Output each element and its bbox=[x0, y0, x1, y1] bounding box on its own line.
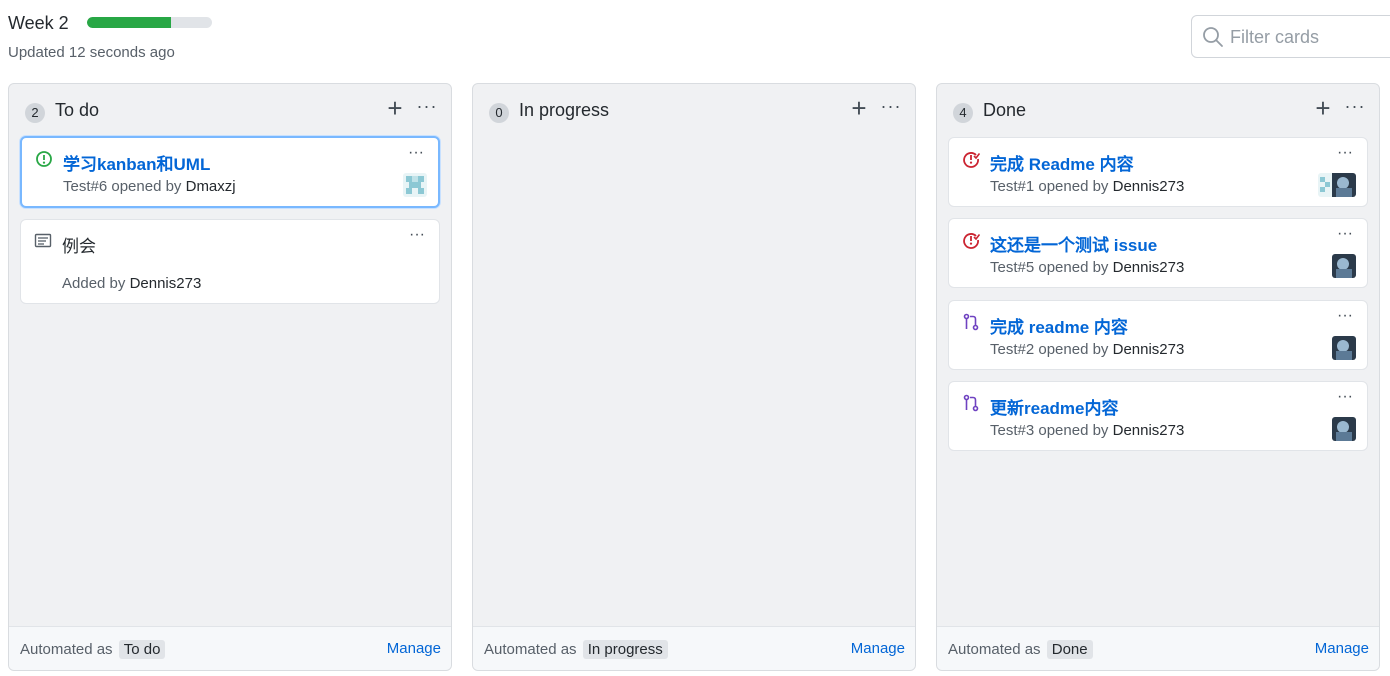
issue-closed-icon bbox=[963, 233, 980, 249]
pull-request-merged-icon bbox=[963, 313, 979, 331]
card-note[interactable]: 例会 Added by Dennis273 ··· bbox=[20, 219, 440, 304]
add-card-button[interactable]: + bbox=[1313, 95, 1333, 121]
card-title-link[interactable]: 学习kanban和UML bbox=[63, 150, 210, 175]
card-meta-text: Test#6 opened by bbox=[63, 178, 182, 195]
card-menu-button[interactable]: ··· bbox=[1333, 145, 1357, 162]
card-author[interactable]: Dennis273 bbox=[1113, 341, 1185, 358]
avatar[interactable] bbox=[1332, 417, 1356, 441]
column-header: 2 To do + ··· bbox=[9, 84, 451, 136]
card-meta: Test#2 opened by Dennis273 bbox=[990, 341, 1184, 358]
card-menu-button[interactable]: ··· bbox=[1333, 308, 1357, 325]
issue-closed-icon bbox=[963, 152, 980, 168]
automation-status: Automated as In progress bbox=[484, 640, 668, 659]
board-title: Week 2 bbox=[8, 13, 69, 33]
card-title-link[interactable]: 完成 readme 内容 bbox=[990, 313, 1128, 338]
automation-label: Automated as bbox=[948, 641, 1041, 658]
card-menu-button[interactable]: ··· bbox=[405, 227, 429, 244]
card-pull-request[interactable]: 完成 readme 内容 Test#2 opened by Dennis273 … bbox=[948, 300, 1368, 370]
card-menu-button[interactable]: ··· bbox=[1333, 226, 1357, 243]
card-meta: Test#5 opened by Dennis273 bbox=[990, 259, 1184, 276]
card-title-link[interactable]: 更新readme内容 bbox=[990, 394, 1118, 419]
card-meta-text: Test#2 opened by bbox=[990, 341, 1109, 358]
filter-cards-input[interactable] bbox=[1230, 24, 1390, 50]
card-title-link[interactable]: 这还是一个测试 issue bbox=[990, 231, 1157, 256]
card-author[interactable]: Dennis273 bbox=[130, 275, 202, 292]
column-title: To do bbox=[55, 100, 100, 120]
column-title: Done bbox=[983, 100, 1027, 120]
column-menu-button[interactable]: ··· bbox=[879, 97, 903, 118]
card-menu-button[interactable]: ··· bbox=[1333, 389, 1357, 406]
automation-badge: Done bbox=[1046, 640, 1093, 659]
column-done: 4 Done + ··· 完成 Readme 内容 Test#1 opened … bbox=[936, 83, 1380, 671]
card-meta: Test#6 opened by Dmaxzj bbox=[63, 178, 236, 195]
avatar-stack[interactable] bbox=[1318, 173, 1356, 197]
card-pull-request[interactable]: 更新readme内容 Test#3 opened by Dennis273 ··… bbox=[948, 381, 1368, 451]
automation-label: Automated as bbox=[484, 641, 577, 658]
card-meta: Test#3 opened by Dennis273 bbox=[990, 422, 1184, 439]
column-header: 0 In progress + ··· bbox=[473, 84, 915, 136]
automation-badge: To do bbox=[118, 640, 166, 659]
column-card-count: 2 bbox=[25, 103, 45, 123]
column-in-progress: 0 In progress + ··· Automated as In prog… bbox=[472, 83, 916, 671]
card-issue[interactable]: 这还是一个测试 issue Test#5 opened by Dennis273… bbox=[948, 218, 1368, 288]
card-author[interactable]: Dmaxzj bbox=[186, 178, 236, 195]
automation-badge: In progress bbox=[582, 640, 668, 659]
column-header: 4 Done + ··· bbox=[937, 84, 1379, 136]
avatar[interactable] bbox=[403, 173, 427, 197]
column-to-do: 2 To do + ··· 学习kanban和UML Test#6 opened… bbox=[8, 83, 452, 671]
board-progress-bar bbox=[87, 17, 212, 28]
manage-automation-link[interactable]: Manage bbox=[851, 640, 905, 657]
column-menu-button[interactable]: ··· bbox=[415, 97, 439, 118]
updated-timestamp: Updated 12 seconds ago bbox=[8, 44, 175, 61]
pull-request-merged-icon bbox=[963, 394, 979, 412]
column-menu-button[interactable]: ··· bbox=[1343, 97, 1367, 118]
automation-status: Automated as To do bbox=[20, 640, 166, 659]
column-footer: Automated as In progress Manage bbox=[473, 626, 915, 670]
card-issue[interactable]: 完成 Readme 内容 Test#1 opened by Dennis273 … bbox=[948, 137, 1368, 207]
column-card-count: 0 bbox=[489, 103, 509, 123]
board-header: Week 2 Updated 12 seconds ago bbox=[0, 0, 1390, 80]
note-text: 例会 bbox=[62, 237, 96, 256]
add-card-button[interactable]: + bbox=[385, 95, 405, 121]
card-title-link[interactable]: 完成 Readme 内容 bbox=[990, 150, 1134, 175]
card-meta-text: Added by bbox=[62, 275, 126, 292]
column-footer: Automated as Done Manage bbox=[937, 626, 1379, 670]
manage-automation-link[interactable]: Manage bbox=[1315, 640, 1369, 657]
filter-cards-box[interactable] bbox=[1191, 15, 1390, 58]
add-card-button[interactable]: + bbox=[849, 95, 869, 121]
card-menu-button[interactable]: ··· bbox=[404, 145, 428, 162]
note-icon bbox=[34, 233, 52, 248]
avatar[interactable] bbox=[1332, 254, 1356, 278]
card-meta: Added by Dennis273 bbox=[62, 275, 201, 292]
manage-automation-link[interactable]: Manage bbox=[387, 640, 441, 657]
card-meta: Test#1 opened by Dennis273 bbox=[990, 178, 1184, 195]
automation-label: Automated as bbox=[20, 641, 113, 658]
card-meta-text: Test#1 opened by bbox=[990, 178, 1109, 195]
card-author[interactable]: Dennis273 bbox=[1113, 259, 1185, 276]
column-title: In progress bbox=[519, 100, 610, 120]
issue-open-icon bbox=[36, 151, 52, 167]
automation-status: Automated as Done bbox=[948, 640, 1093, 659]
card-author[interactable]: Dennis273 bbox=[1113, 422, 1185, 439]
search-icon bbox=[1203, 27, 1223, 47]
column-footer: Automated as To do Manage bbox=[9, 626, 451, 670]
avatar[interactable] bbox=[1332, 336, 1356, 360]
board-progress-fill bbox=[87, 17, 171, 28]
card-meta-text: Test#3 opened by bbox=[990, 422, 1109, 439]
card-meta-text: Test#5 opened by bbox=[990, 259, 1109, 276]
column-card-count: 4 bbox=[953, 103, 973, 123]
card-issue[interactable]: 学习kanban和UML Test#6 opened by Dmaxzj ··· bbox=[20, 136, 440, 208]
card-author[interactable]: Dennis273 bbox=[1113, 178, 1185, 195]
